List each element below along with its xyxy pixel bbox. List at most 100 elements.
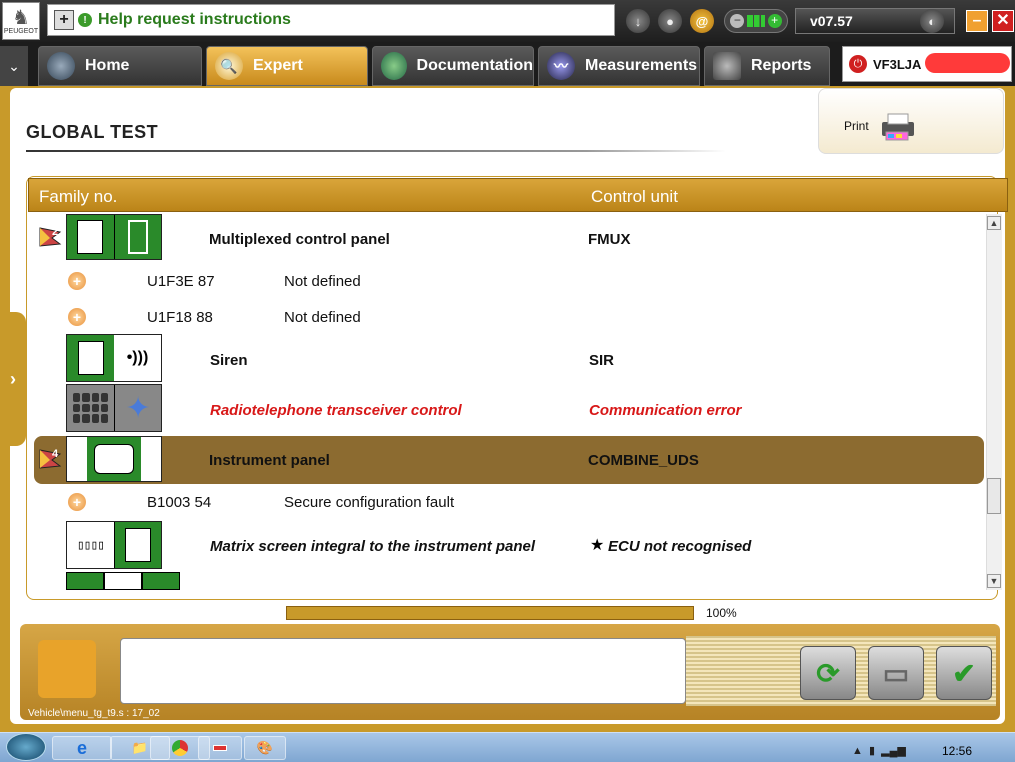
fault-code: U1F3E 87 <box>147 273 215 290</box>
taskbar-clock: 12:56 <box>942 744 973 758</box>
expand-plus-icon[interactable]: + <box>68 308 86 326</box>
table-row-selected[interactable]: 4 Instrument panel COMBINE_UDS <box>34 436 984 484</box>
validate-button[interactable]: ✔ <box>936 646 992 700</box>
book-icon <box>381 52 407 80</box>
progress-label: 100% <box>706 606 737 620</box>
siren-icon: •))) <box>126 349 149 366</box>
refresh-button[interactable]: ⟳ <box>800 646 856 700</box>
battery-level-icon <box>746 15 765 27</box>
tab-reports[interactable]: Reports <box>704 46 830 86</box>
title-divider <box>26 150 726 152</box>
app-taskbar-icon[interactable] <box>198 736 242 760</box>
refresh-icon: ⟳ <box>816 657 840 689</box>
row-name: Instrument panel <box>209 452 330 469</box>
printer-icon[interactable] <box>878 110 918 142</box>
table-row-partial[interactable] <box>66 572 182 590</box>
at-icon[interactable]: @ <box>690 9 714 33</box>
row-name: Radiotelephone transceiver control <box>210 402 462 419</box>
redaction-mark <box>925 53 1010 73</box>
start-button[interactable] <box>6 733 46 761</box>
scroll-up-arrow-icon[interactable]: ▲ <box>987 216 1001 230</box>
table-header: Family no. Control unit <box>28 178 1008 212</box>
fault-description: Secure configuration fault <box>284 494 455 511</box>
row-name: Siren <box>210 352 248 369</box>
magnifier-icon: 🔍 <box>215 52 243 80</box>
ecu-image: ✦ <box>66 384 162 432</box>
row-name: Matrix screen integral to the instrument… <box>210 538 536 555</box>
table-row[interactable]: ▯▯▯▯ Matrix screen integral to the instr… <box>34 521 984 569</box>
message-box <box>120 638 686 704</box>
status-path: Vehicle\menu_tg_t9.s : 17_02 <box>28 708 160 719</box>
vertical-scrollbar[interactable] <box>986 214 1002 590</box>
row-name: Multiplexed control panel <box>209 231 390 248</box>
report-icon <box>713 52 741 80</box>
row-unit: Communication error <box>589 402 742 419</box>
chevron-right-icon: › <box>10 368 16 389</box>
help-request-text: Help request instructions <box>98 11 291 28</box>
info-icon: ! <box>78 13 92 27</box>
table-row[interactable]: •))) Siren SIR <box>34 334 984 382</box>
ecu-image <box>66 214 162 260</box>
fault-count: 4 <box>52 448 59 460</box>
fault-code: U1F18 88 <box>147 309 213 326</box>
warning-star-icon: ★ <box>590 537 605 554</box>
table-row[interactable]: ✦ Radiotelephone transceiver control Com… <box>34 384 984 432</box>
tab-home[interactable]: Home <box>38 46 202 86</box>
fault-description: Not defined <box>284 309 361 326</box>
fault-code: B1003 54 <box>147 494 212 511</box>
ecu-image: •))) <box>66 334 162 382</box>
page-title: GLOBAL TEST <box>26 122 159 142</box>
ecu-image <box>66 436 162 482</box>
ie-taskbar-icon[interactable]: e <box>52 736 112 760</box>
plus-square-icon[interactable]: + <box>54 10 74 30</box>
column-control-unit: Control unit <box>591 187 678 206</box>
minimize-button[interactable]: – <box>966 10 988 32</box>
dashboard-icon <box>93 444 134 474</box>
plus-icon: + <box>767 14 782 28</box>
table-row[interactable]: 2 Multiplexed control panel FMUX <box>34 214 984 262</box>
battery-indicator: − + <box>724 9 788 33</box>
row-unit: FMUX <box>588 231 631 248</box>
ecu-image: ▯▯▯▯ <box>66 521 162 569</box>
matrix-display-icon: ▯▯▯▯ <box>76 537 105 553</box>
menu-chevron-icon[interactable]: ⌄ <box>0 46 28 86</box>
system-tray[interactable]: ▲ ▮ ▂▄▆ <box>852 744 906 757</box>
user-icon[interactable]: ● <box>658 9 682 33</box>
fault-flag-icon <box>39 227 62 247</box>
column-family: Family no. <box>39 187 118 206</box>
vehicle-vin: VF3LJA <box>873 56 922 72</box>
waveform-icon: 〰 <box>547 52 575 80</box>
scroll-thumb[interactable] <box>987 478 1001 514</box>
power-icon[interactable]: ⏻ <box>849 55 867 73</box>
tab-measurements[interactable]: 〰 Measurements <box>538 46 700 86</box>
table-row[interactable]: + U1F18 88 Not defined <box>34 302 984 332</box>
row-unit: SIR <box>589 352 615 369</box>
help-request-bar[interactable]: + ! Help request instructions <box>47 4 615 36</box>
compass-star-icon: ✦ <box>114 385 161 431</box>
minus-icon: − <box>730 14 745 28</box>
lion-icon: ♞ <box>12 6 30 29</box>
tab-expert[interactable]: 🔍 Expert <box>206 46 368 86</box>
keypad-icon <box>67 385 115 431</box>
table-row[interactable]: + B1003 54 Secure configuration fault <box>34 487 984 517</box>
expand-plus-icon[interactable]: + <box>68 493 86 511</box>
table-row[interactable]: + U1F3E 87 Not defined <box>34 266 984 296</box>
fault-count: 2 <box>52 226 59 238</box>
home-icon <box>47 52 75 80</box>
expand-plus-icon[interactable]: + <box>68 272 86 290</box>
side-panel-toggle[interactable]: › <box>0 312 26 446</box>
fault-description: Not defined <box>284 273 361 290</box>
print-label: Print <box>844 119 869 133</box>
checkmark-icon: ✔ <box>952 657 976 689</box>
close-button[interactable]: ✕ <box>992 10 1014 32</box>
progress-bar <box>286 606 694 620</box>
settings-icon[interactable]: ◐ <box>920 9 944 33</box>
fault-flag-icon <box>39 449 62 469</box>
row-unit: COMBINE_UDS <box>588 452 699 469</box>
download-icon[interactable]: ↓ <box>626 9 650 33</box>
print-report-button[interactable]: ▭ <box>868 646 924 700</box>
tab-documentation[interactable]: Documentation <box>372 46 534 86</box>
scroll-down-arrow-icon[interactable]: ▼ <box>987 574 1001 588</box>
paper-icon: ▭ <box>882 657 910 689</box>
paint-taskbar-icon[interactable]: 🎨 <box>244 736 286 760</box>
